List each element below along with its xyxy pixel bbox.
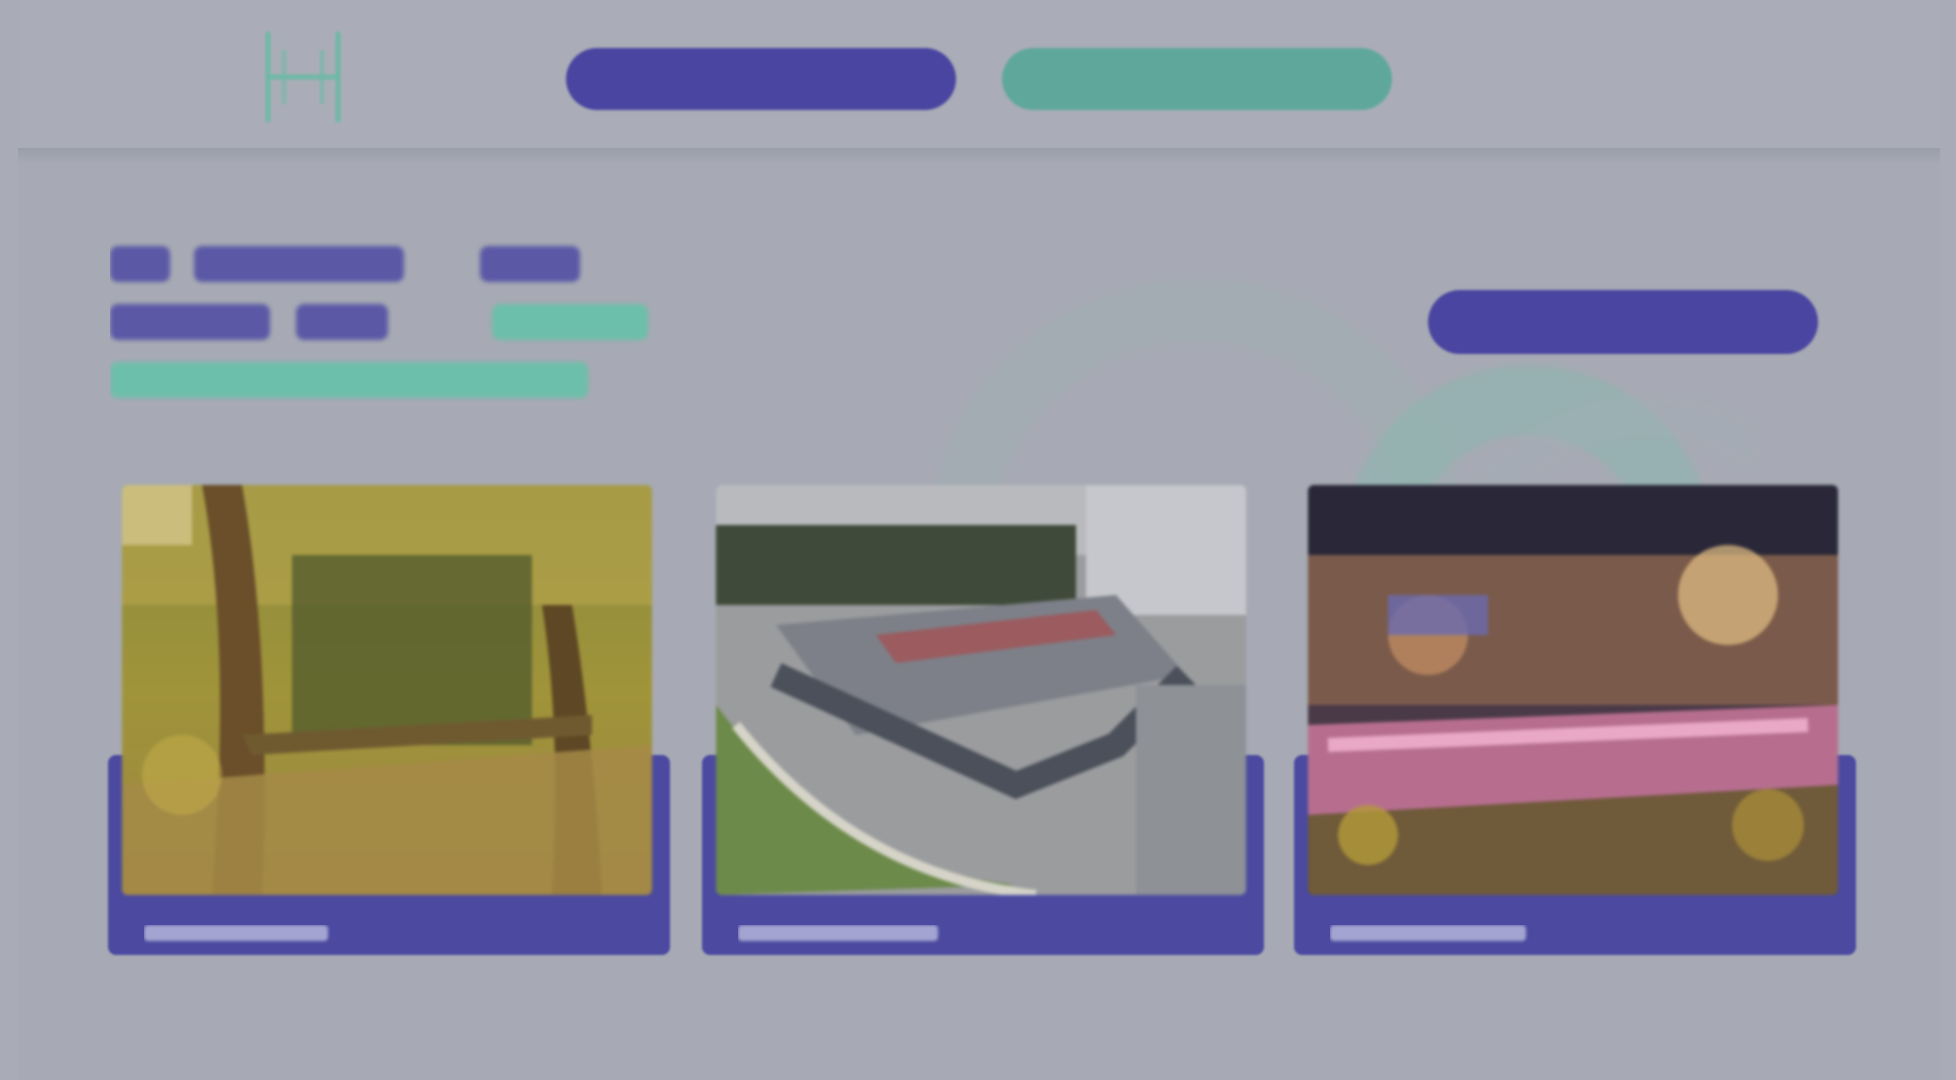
language-selector[interactable]	[1632, 64, 1688, 98]
hero-cta-button[interactable]	[1428, 290, 1818, 354]
hero-heading-placeholder	[110, 246, 648, 398]
card-label-1-placeholder	[144, 925, 328, 941]
content-card-1[interactable]	[108, 485, 670, 955]
primary-nav-button[interactable]	[566, 48, 956, 110]
header-divider	[18, 148, 1940, 164]
brand-logo[interactable]	[250, 22, 360, 132]
page	[18, 0, 1940, 1080]
top-navigation-bar	[18, 0, 1940, 150]
content-card-2[interactable]	[702, 485, 1264, 955]
card-image-building	[716, 485, 1246, 895]
card-image-park	[122, 485, 652, 895]
content-card-3[interactable]	[1294, 485, 1856, 955]
secondary-nav-button[interactable]	[1002, 48, 1392, 110]
card-label-2-placeholder	[738, 925, 938, 941]
card-label-3-placeholder	[1330, 925, 1526, 941]
card-image-night-venue	[1308, 485, 1838, 895]
